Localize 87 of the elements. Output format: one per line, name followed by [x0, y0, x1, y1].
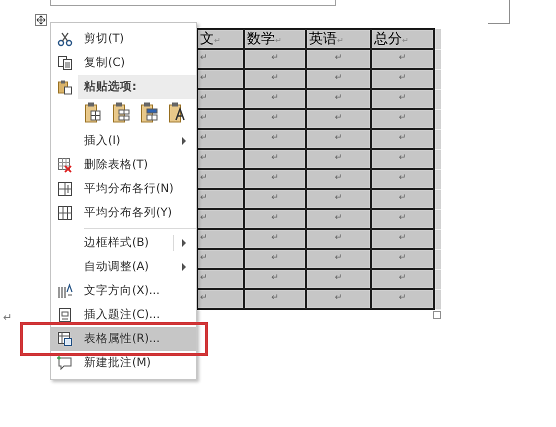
- table-properties-icon: [56, 331, 72, 347]
- end-of-cell-mark: ↵: [398, 253, 406, 264]
- menu-item[interactable]: 边框样式(B): [51, 231, 196, 255]
- distribute-rows-icon: [56, 181, 72, 197]
- menu-item[interactable]: 平均分布各列(Y): [51, 201, 196, 225]
- menu-item[interactable]: 新建批注(M): [51, 351, 196, 375]
- menu-item[interactable]: 文字方向(X)...: [51, 279, 196, 303]
- end-of-cell-mark: ↵: [200, 133, 208, 144]
- end-of-cell-mark: ↵: [200, 213, 208, 224]
- end-of-cell-mark: ↵: [200, 273, 208, 284]
- move-handle-icon[interactable]: [35, 14, 47, 26]
- text-direction-icon: [56, 283, 72, 299]
- end-of-cell-mark: ↵: [271, 233, 279, 244]
- end-of-cell-mark: ↵: [398, 73, 406, 84]
- end-of-cell-mark: ↵: [200, 293, 208, 304]
- column-header: 数学: [247, 31, 275, 47]
- end-of-cell-mark: ↵: [334, 153, 342, 164]
- end-of-cell-mark: ↵: [200, 73, 208, 84]
- end-of-cell-mark: ↵: [214, 36, 221, 45]
- column-header: 文: [200, 31, 214, 47]
- paragraph-mark: ↵: [3, 310, 12, 326]
- resize-handle[interactable]: [433, 311, 441, 319]
- end-of-cell-mark: ↵: [200, 93, 208, 104]
- end-of-cell-mark: ↵: [334, 93, 342, 104]
- end-of-cell-mark: ↵: [398, 93, 406, 104]
- end-of-cell-mark: ↵: [271, 113, 279, 124]
- menu-item[interactable]: 插入(I): [51, 129, 196, 153]
- end-of-cell-mark: ↵: [334, 233, 342, 244]
- end-of-cell-mark: ↵: [200, 173, 208, 184]
- end-of-cell-mark: ↵: [271, 173, 279, 184]
- section-heading: 粘贴选项:: [82, 78, 137, 96]
- page-corner-mark: [488, 0, 510, 24]
- end-of-cell-mark: ↵: [398, 153, 406, 164]
- clipboard-icon: [56, 79, 72, 95]
- end-of-cell-mark: ↵: [334, 113, 342, 124]
- end-of-cell-mark: ↵: [200, 233, 208, 244]
- end-of-cell-mark: ↵: [398, 53, 406, 64]
- end-of-cell-mark: ↵: [271, 293, 279, 304]
- end-of-cell-mark: ↵: [271, 213, 279, 224]
- menu-item[interactable]: 平均分布各行(N): [51, 177, 196, 201]
- end-of-cell-mark: ↵: [334, 73, 342, 84]
- end-of-cell-mark: ↵: [334, 253, 342, 264]
- end-of-cell-mark: ↵: [398, 233, 406, 244]
- end-of-cell-mark: ↵: [271, 133, 279, 144]
- end-of-cell-mark: ↵: [200, 153, 208, 164]
- end-of-cell-mark: ↵: [398, 213, 406, 224]
- end-of-cell-mark: ↵: [398, 293, 406, 304]
- end-of-cell-mark: ↵: [398, 193, 406, 204]
- end-of-cell-mark: ↵: [271, 93, 279, 104]
- scissors-icon: [56, 31, 72, 47]
- end-of-cell-mark: ↵: [200, 53, 208, 64]
- end-of-cell-mark: ↵: [271, 153, 279, 164]
- end-of-cell-mark: ↵: [334, 293, 342, 304]
- end-of-cell-mark: ↵: [275, 36, 282, 45]
- end-of-cell-mark: ↵: [334, 53, 342, 64]
- end-of-cell-mark: ↵: [398, 133, 406, 144]
- distribute-columns-icon: [56, 205, 72, 221]
- comment-icon: [56, 355, 72, 371]
- end-of-cell-mark: ↵: [398, 113, 406, 124]
- end-of-cell-mark: ↵: [200, 113, 208, 124]
- end-of-cell-mark: ↵: [402, 36, 409, 45]
- end-of-cell-mark: ↵: [271, 193, 279, 204]
- end-of-cell-mark: ↵: [200, 253, 208, 264]
- end-of-cell-mark: ↵: [200, 193, 208, 204]
- end-of-cell-mark: ↵: [271, 53, 279, 64]
- end-of-cell-mark: ↵: [337, 36, 344, 45]
- end-of-cell-mark: ↵: [271, 253, 279, 264]
- column-header: 英语: [309, 31, 337, 47]
- end-of-cell-mark: ↵: [334, 193, 342, 204]
- end-of-cell-mark: ↵: [334, 273, 342, 284]
- end-of-cell-mark: ↵: [334, 133, 342, 144]
- column-header: 总分: [374, 31, 402, 47]
- menu-item[interactable]: 表格属性(R)...: [51, 327, 196, 351]
- end-of-cell-mark: ↵: [398, 173, 406, 184]
- end-of-cell-mark: ↵: [334, 173, 342, 184]
- caption-icon: [56, 307, 72, 323]
- delete-table-icon: [56, 157, 72, 173]
- end-of-cell-mark: ↵: [334, 213, 342, 224]
- end-of-cell-mark: ↵: [271, 273, 279, 284]
- copy-icon: [56, 55, 72, 71]
- end-of-cell-mark: ↵: [398, 273, 406, 284]
- end-of-cell-mark: ↵: [271, 73, 279, 84]
- menu-item[interactable]: 自动调整(A): [51, 255, 196, 279]
- menu-item[interactable]: 插入题注(C)...: [51, 303, 196, 327]
- menu-item[interactable]: 剪切(T): [51, 27, 196, 51]
- menu-item[interactable]: 删除表格(T): [51, 153, 196, 177]
- menu-item[interactable]: 复制(C): [51, 51, 196, 75]
